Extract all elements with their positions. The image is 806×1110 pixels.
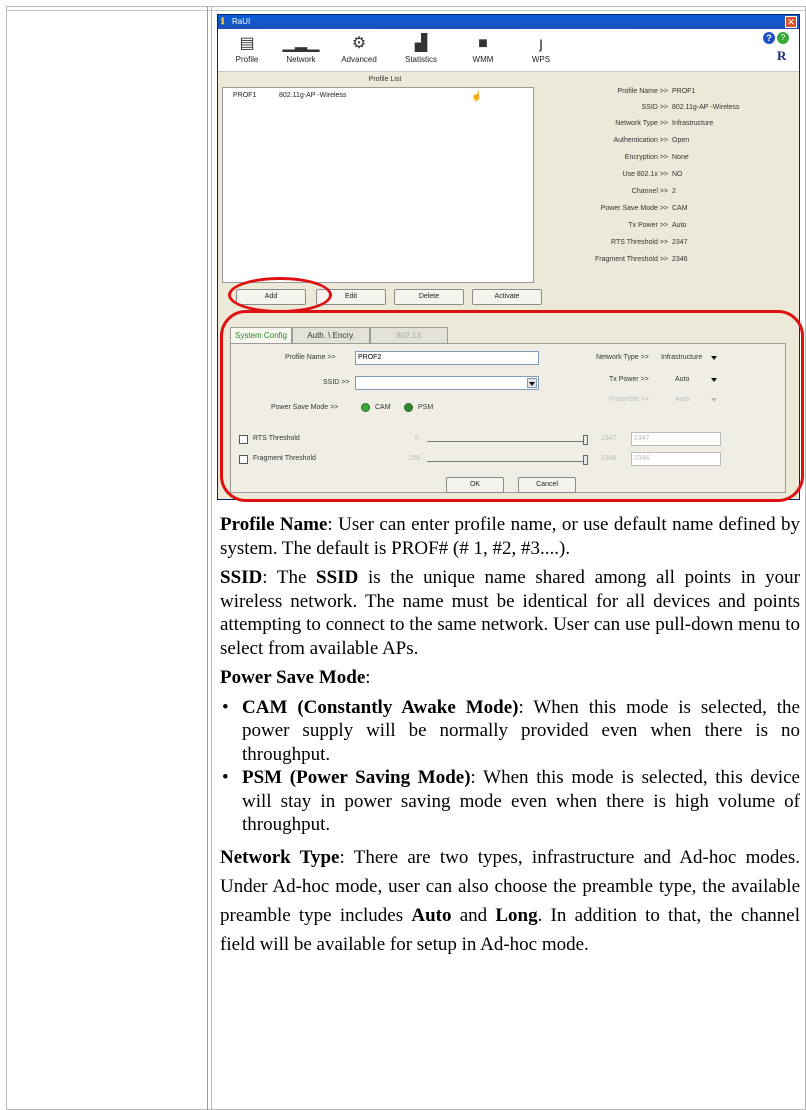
detail-key: RTS Threshold >> [611, 239, 668, 246]
toolbar-network-button[interactable]: ▁▂▁ Network [278, 33, 324, 69]
column-divider [207, 6, 208, 1110]
detail-row: RTS Threshold >> 2347 [548, 238, 798, 248]
toolbar-wmm-button[interactable]: ■ WMM [460, 33, 506, 69]
detail-row: Encryption >> None [548, 153, 798, 163]
detail-row: Use 802.1x >> NO [548, 170, 798, 180]
paragraph: Profile Name: User can enter profile nam… [220, 513, 800, 560]
advanced-icon: ⚙ [351, 35, 367, 52]
toolbar: ▤ Profile ▁▂▁ Network ⚙ Advanced ▟ Stati… [218, 29, 799, 72]
help-area: ? ? R [763, 32, 793, 68]
toolbar-label: Profile [235, 55, 259, 64]
detail-value: NO [672, 171, 683, 178]
term: Profile Name [220, 514, 328, 535]
profile-icon: ▤ [239, 35, 255, 52]
brand-logo: R [777, 48, 787, 63]
help-icon[interactable]: ? [763, 32, 775, 44]
activate-button[interactable]: Activate [472, 289, 542, 305]
toolbar-label: Statistics [404, 55, 437, 64]
wps-icon: ȷ [539, 35, 543, 52]
toolbar-label: WPS [531, 55, 551, 64]
config-panel-highlight [220, 310, 804, 502]
detail-row: Profile Name >> PROF1 [548, 87, 798, 97]
detail-key: Fragment Threshold >> [594, 256, 668, 263]
body: and [451, 904, 496, 926]
body: : The [262, 567, 317, 588]
column-divider [211, 6, 212, 1110]
add-button-highlight [228, 277, 332, 313]
detail-row: Network Type >> Infrastructure [548, 119, 798, 129]
profile-list-heading: Profile List [368, 76, 402, 83]
detail-value: None [672, 154, 689, 161]
detail-value: Auto [672, 222, 687, 229]
profile-row[interactable]: PROF1 802.11g-AP -Wireless ☝ [225, 90, 525, 102]
detail-row: SSID >> 802.11g-AP -Wireless [548, 103, 798, 113]
term: Auto [411, 904, 452, 926]
detail-row: Channel >> 2 [548, 187, 798, 197]
connected-icon: ☝ [471, 91, 483, 101]
term: CAM (Constantly Awake Mode) [242, 696, 519, 718]
detail-key: Encryption >> [624, 154, 668, 161]
detail-row: Power Save Mode >> CAM [548, 204, 798, 214]
description-text: Profile Name: User can enter profile nam… [220, 513, 800, 965]
detail-value: PROF1 [672, 88, 696, 95]
term: Power Save Mode [220, 667, 366, 688]
toolbar-label: Advanced [341, 55, 377, 64]
close-icon[interactable]: ✕ [785, 16, 797, 28]
toolbar-label: WMM [472, 55, 494, 64]
toolbar-label: Network [286, 55, 316, 64]
bullet: • [222, 767, 229, 788]
detail-key: Authentication >> [613, 137, 669, 144]
app-icon: ℹ [221, 16, 225, 26]
profile-list[interactable]: PROF1 802.11g-AP -Wireless ☝ [222, 87, 534, 283]
detail-key: Tx Power >> [628, 222, 668, 229]
detail-key: Profile Name >> [617, 88, 668, 95]
term: SSID [220, 567, 263, 588]
profile-name-cell: PROF1 [233, 92, 257, 99]
profile-ssid-cell: 802.11g-AP -Wireless [279, 92, 347, 99]
detail-key: Power Save Mode >> [600, 205, 668, 212]
wmm-icon: ■ [478, 35, 488, 52]
paragraph: Network Type: There are two types, infra… [220, 843, 800, 959]
table-rule [6, 10, 806, 11]
detail-row: Authentication >> Open [548, 136, 798, 146]
paragraph: SSID: The SSID is the unique name shared… [220, 566, 800, 660]
paragraph: Power Save Mode: [220, 666, 800, 690]
body: : [365, 667, 371, 688]
detail-value: 2 [672, 188, 676, 195]
power-mode-list: • CAM (Constantly Awake Mode): When this … [220, 696, 800, 837]
detail-value: 2347 [672, 239, 688, 246]
toolbar-statistics-button[interactable]: ▟ Statistics [398, 33, 444, 69]
toolbar-wps-button[interactable]: ȷ WPS [518, 33, 564, 69]
list-item: • PSM (Power Saving Mode): When this mode… [220, 766, 800, 837]
list-item: • CAM (Constantly Awake Mode): When this … [220, 696, 800, 767]
term: Long [495, 904, 538, 926]
delete-button[interactable]: Delete [394, 289, 464, 305]
detail-value: Open [672, 137, 690, 144]
term: Network Type [220, 846, 340, 868]
detail-key: SSID >> [641, 104, 668, 111]
window-title: RaUI [232, 17, 251, 26]
detail-key: Network Type >> [615, 120, 668, 127]
detail-value: Infrastructure [672, 120, 714, 127]
status-icon[interactable]: ? [777, 32, 789, 44]
detail-row: Fragment Threshold >> 2346 [548, 255, 798, 265]
toolbar-advanced-button[interactable]: ⚙ Advanced [336, 33, 382, 69]
detail-value: 2346 [672, 256, 688, 263]
detail-value: 802.11g-AP -Wireless [672, 104, 740, 111]
statistics-icon: ▟ [414, 35, 428, 52]
term: SSID [316, 567, 359, 588]
detail-value: CAM [672, 205, 688, 212]
profile-details: Profile Name >> PROF1 SSID >> 802.11g-AP -… [548, 87, 798, 287]
network-icon: ▁▂▁ [282, 35, 320, 52]
term: PSM (Power Saving Mode) [242, 767, 471, 788]
title-bar: ℹ RaUI ✕ [218, 15, 799, 29]
toolbar-profile-button[interactable]: ▤ Profile [224, 33, 270, 69]
detail-key: Use 802.1x >> [622, 171, 668, 178]
bullet: • [222, 696, 229, 718]
detail-row: Tx Power >> Auto [548, 221, 798, 231]
detail-key: Channel >> [631, 188, 668, 195]
